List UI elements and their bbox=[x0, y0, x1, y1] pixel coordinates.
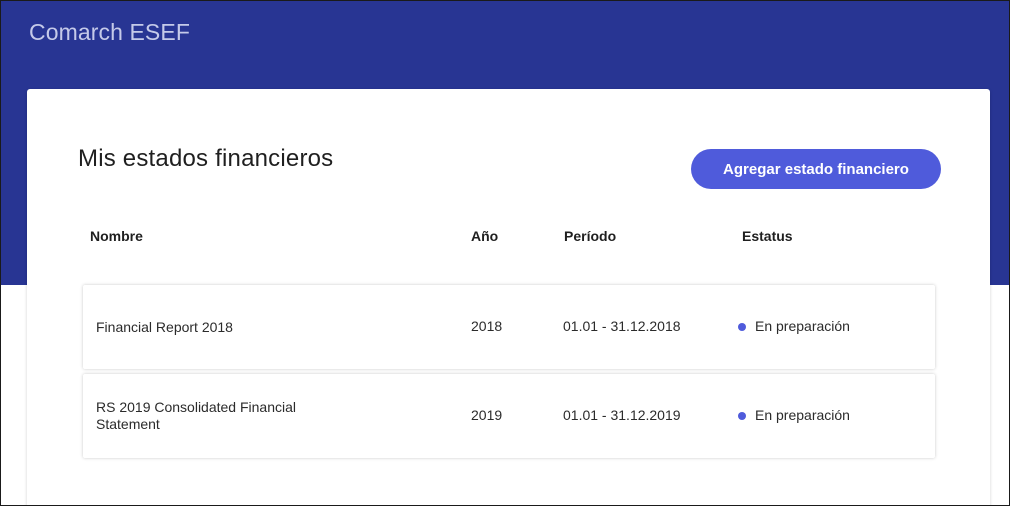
status-label: En preparación bbox=[755, 318, 850, 334]
app-window: Comarch ESEF Mis estados financieros Agr… bbox=[0, 0, 1010, 506]
status-badge: En preparación bbox=[738, 318, 850, 335]
column-header-status[interactable]: Estatus bbox=[742, 228, 793, 244]
row-year: 2019 bbox=[471, 407, 503, 423]
column-header-period[interactable]: Período bbox=[564, 228, 616, 244]
row-name: RS 2019 Consolidated Financial Statement bbox=[96, 399, 297, 432]
table-row[interactable]: Financial Report 2018 2018 01.01 - 31.12… bbox=[83, 285, 935, 369]
row-period: 01.01 - 31.12.2018 bbox=[563, 318, 681, 334]
column-header-year[interactable]: Año bbox=[471, 228, 498, 244]
statements-card: Mis estados financieros Agregar estado f… bbox=[27, 89, 990, 505]
status-label: En preparación bbox=[755, 407, 850, 423]
add-financial-statement-button[interactable]: Agregar estado financiero bbox=[691, 149, 941, 189]
row-year: 2018 bbox=[471, 318, 503, 334]
column-header-name[interactable]: Nombre bbox=[90, 228, 143, 244]
status-badge: En preparación bbox=[738, 407, 850, 424]
app-title: Comarch ESEF bbox=[29, 19, 190, 45]
status-dot-icon bbox=[738, 322, 746, 331]
page-title: Mis estados financieros bbox=[78, 145, 334, 172]
row-period: 01.01 - 31.12.2019 bbox=[563, 407, 681, 423]
row-name: Financial Report 2018 bbox=[96, 319, 233, 335]
status-dot-icon bbox=[738, 411, 746, 420]
table-row[interactable]: RS 2019 Consolidated Financial Statement… bbox=[83, 374, 935, 458]
